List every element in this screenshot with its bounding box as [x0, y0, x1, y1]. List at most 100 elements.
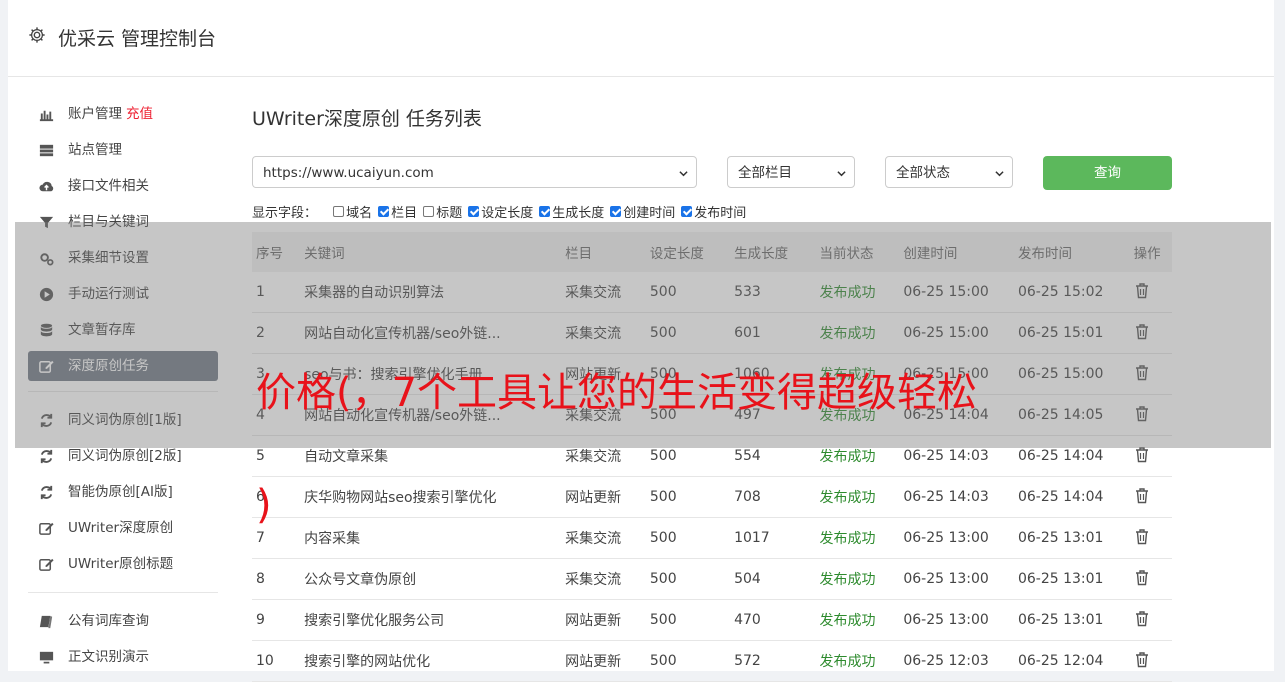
sidebar-item-label: 接口文件相关: [68, 178, 149, 194]
field-checkbox-label: 标题: [436, 206, 463, 221]
sidebar-item[interactable]: 账户管理 充值: [28, 96, 218, 132]
status-select[interactable]: 全部状态: [885, 156, 1013, 188]
display-fields-label: 显示字段：: [252, 206, 318, 221]
table-cell: 500: [648, 640, 734, 682]
monitor-icon: [39, 651, 54, 664]
checkbox-icon[interactable]: [468, 206, 480, 217]
table-cell: 06-25 13:01: [1016, 517, 1133, 559]
column-select-value: 全部栏目: [738, 165, 792, 181]
field-checkbox[interactable]: 标题: [423, 202, 462, 221]
actions-cell: [1132, 476, 1172, 518]
table-cell[interactable]: 庆华购物网站seo搜索引擎优化: [303, 476, 565, 518]
cloud-upload-icon: [39, 181, 54, 192]
table-cell: 1017: [733, 517, 819, 559]
edit-icon: [39, 558, 54, 571]
table-cell: 500: [648, 599, 734, 641]
recharge-link[interactable]: 充值: [126, 106, 153, 122]
table-cell: 06-25 14:03: [902, 476, 1017, 518]
field-checkbox-label: 栏目: [391, 206, 418, 221]
table-row: 7 内容采集 采集交流 500 1017 发布成功 06-25 13:00 06-25 13:…: [252, 517, 1172, 559]
checkbox-icon[interactable]: [378, 206, 390, 217]
table-cell: 500: [648, 517, 734, 559]
field-checkbox-label: 发布时间: [694, 206, 747, 221]
actions-cell: [1132, 558, 1172, 600]
bar-chart-icon: [39, 110, 54, 122]
main-content: UWriter深度原创 任务列表 https://www.ucaiyun.com…: [252, 104, 1172, 682]
field-checkbox[interactable]: 发布时间: [681, 202, 746, 221]
field-checkbox[interactable]: 栏目: [378, 202, 417, 221]
checkbox-icon[interactable]: [333, 206, 345, 217]
chevron-down-icon: [837, 171, 846, 177]
sidebar-item-label: UWriter深度原创: [68, 520, 174, 536]
table-row: 10 搜索引擎的网站优化 网站更新 500 572 发布成功 06-25 12:03 06-2…: [252, 640, 1172, 682]
checkbox-icon[interactable]: [681, 206, 693, 217]
trash-icon[interactable]: [1134, 651, 1150, 668]
book-icon: [39, 615, 53, 629]
refresh-icon: [40, 485, 53, 500]
table-cell[interactable]: 搜索引擎的网站优化: [303, 640, 565, 682]
table-cell: 504: [733, 558, 819, 600]
table-cell: 发布成功: [818, 640, 903, 682]
table-cell[interactable]: 公众号文章伪原创: [303, 558, 565, 600]
field-checkbox[interactable]: 设定长度: [468, 202, 533, 221]
sidebar-item-label: 公有词库查询: [68, 613, 149, 629]
field-checkbox-label: 域名: [346, 206, 373, 221]
sidebar-item[interactable]: UWriter原创标题: [28, 546, 218, 582]
sidebar-item-label: UWriter原创标题: [68, 556, 174, 572]
sidebar-divider: [28, 592, 218, 593]
sidebar-item[interactable]: 正文识别演示: [28, 639, 218, 675]
table-cell: 9: [252, 599, 304, 641]
trash-icon[interactable]: [1134, 569, 1150, 586]
table-cell: 06-25 12:04: [1016, 640, 1133, 682]
trash-icon[interactable]: [1134, 446, 1150, 463]
table-row: 9 搜索引擎优化服务公司 网站更新 500 470 发布成功 06-25 13:00 06-2…: [252, 599, 1172, 641]
site-select[interactable]: https://www.ucaiyun.com: [252, 156, 697, 188]
chevron-down-icon: [679, 171, 688, 177]
table-row: 6 庆华购物网站seo搜索引擎优化 网站更新 500 708 发布成功 06-25 14:0…: [252, 476, 1172, 518]
checkbox-icon[interactable]: [539, 206, 551, 217]
table-row: 8 公众号文章伪原创 采集交流 500 504 发布成功 06-25 13:00 06-25 …: [252, 558, 1172, 600]
column-select[interactable]: 全部栏目: [727, 156, 855, 188]
trash-icon[interactable]: [1134, 487, 1150, 504]
trash-icon[interactable]: [1134, 610, 1150, 627]
table-cell: 500: [648, 558, 734, 600]
field-checkbox[interactable]: 创建时间: [610, 202, 675, 221]
gear-icon: [29, 27, 45, 43]
actions-cell: [1132, 599, 1172, 641]
sidebar-item-label: 同义词伪原创[2版]: [68, 448, 182, 464]
query-button[interactable]: 查询: [1043, 156, 1172, 190]
edit-icon: [39, 522, 54, 535]
field-checkbox-label: 设定长度: [481, 206, 534, 221]
sidebar-item[interactable]: 公有词库查询: [28, 603, 218, 639]
field-checkbox[interactable]: 域名: [333, 202, 372, 221]
table-cell[interactable]: 搜索引擎优化服务公司: [303, 599, 565, 641]
sidebar-item-label: 账户管理: [68, 106, 122, 122]
table-cell: 06-25 13:00: [902, 558, 1017, 600]
site-select-value: https://www.ucaiyun.com: [263, 165, 434, 181]
sidebar-item[interactable]: 智能伪原创[AI版]: [28, 474, 218, 510]
field-checkbox-label: 生成长度: [552, 206, 605, 221]
table-cell: 网站更新: [564, 599, 649, 641]
sidebar-item-label: 站点管理: [68, 142, 122, 158]
table-cell: 发布成功: [818, 476, 903, 518]
top-bar: 优采云 管理控制台: [8, 0, 1274, 77]
trash-icon[interactable]: [1134, 528, 1150, 545]
table-cell: 572: [733, 640, 819, 682]
table-cell[interactable]: 内容采集: [303, 517, 565, 559]
sidebar-item[interactable]: UWriter深度原创: [28, 510, 218, 546]
chevron-down-icon: [995, 171, 1004, 177]
sidebar-item[interactable]: 站点管理: [28, 132, 218, 168]
table-cell: 500: [648, 476, 734, 518]
table-cell: 网站更新: [564, 476, 649, 518]
table-cell: 06-25 13:00: [902, 599, 1017, 641]
table-cell: 708: [733, 476, 819, 518]
sidebar-item-label: 智能伪原创[AI版]: [68, 484, 173, 500]
sidebar-item[interactable]: 接口文件相关: [28, 168, 218, 204]
checkbox-icon[interactable]: [610, 206, 622, 217]
page-title: UWriter深度原创 任务列表: [252, 108, 482, 130]
checkbox-icon[interactable]: [423, 206, 435, 217]
table-cell: 06-25 12:03: [902, 640, 1017, 682]
actions-cell: [1132, 517, 1172, 559]
field-checkbox[interactable]: 生成长度: [539, 202, 604, 221]
table-cell: 发布成功: [818, 517, 903, 559]
